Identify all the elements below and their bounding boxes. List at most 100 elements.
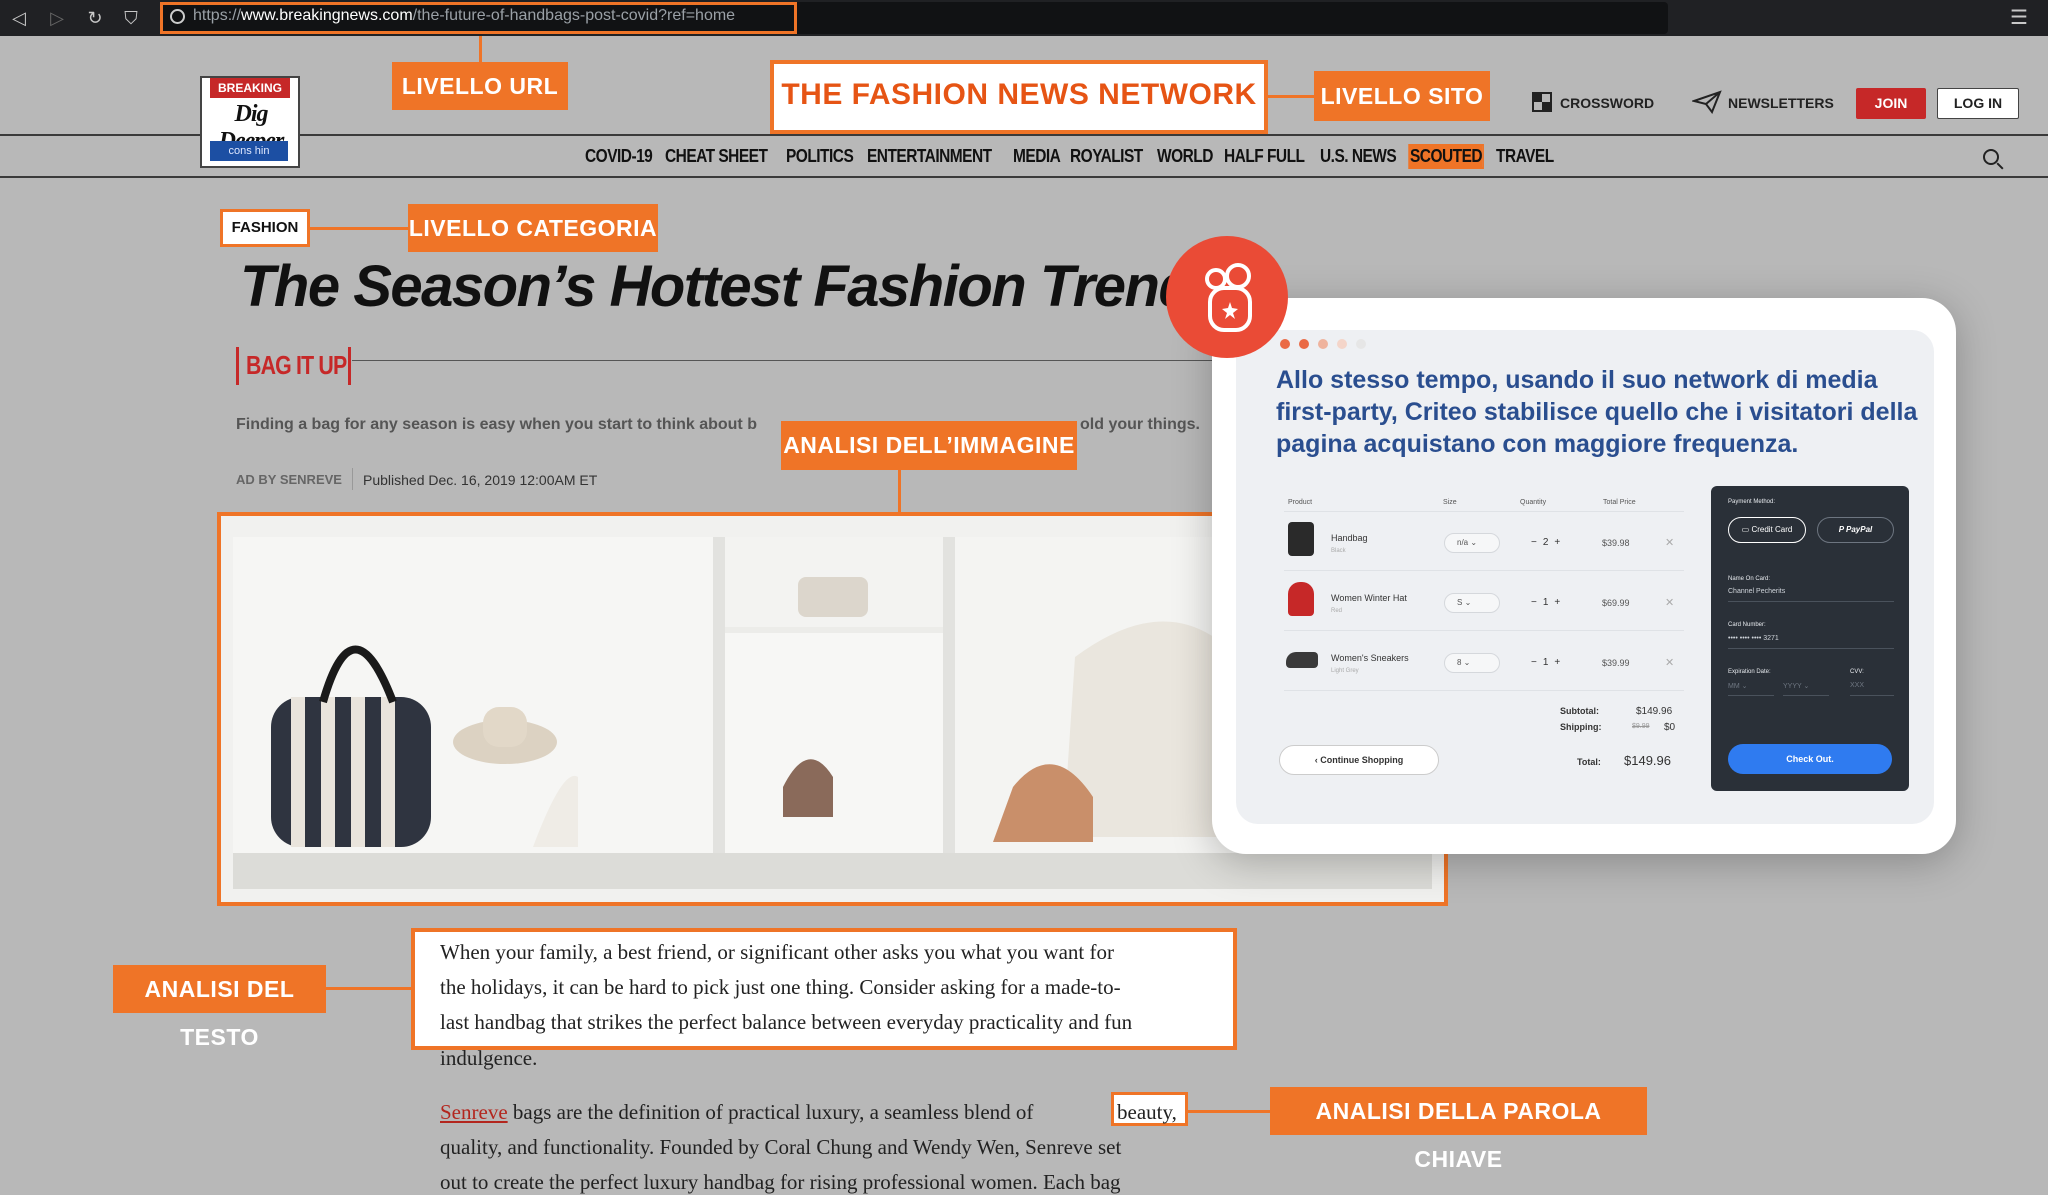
paragraph-line: indulgence. bbox=[440, 1046, 538, 1070]
category-connector bbox=[310, 227, 408, 230]
header-divider bbox=[0, 134, 2048, 136]
cart-item-price: $39.98 bbox=[1602, 538, 1630, 548]
label-url-level: LIVELLO URL bbox=[392, 62, 568, 110]
forward-icon[interactable]: ▷ bbox=[44, 5, 70, 31]
nav-cheat-sheet[interactable]: CHEAT SHEET bbox=[665, 146, 768, 167]
browser-menu-icon[interactable]: ☰ bbox=[2010, 5, 2028, 30]
card-icon: ▭ bbox=[1741, 525, 1752, 534]
search-icon[interactable] bbox=[1983, 149, 1999, 165]
ad-by: AD BY SENREVE bbox=[236, 472, 342, 487]
size-select[interactable]: n/a ⌄ bbox=[1444, 533, 1500, 553]
cart-divider bbox=[1284, 511, 1684, 512]
site-info-icon[interactable] bbox=[170, 9, 185, 24]
kicker-rule bbox=[352, 360, 1212, 361]
cart-item-price: $69.99 bbox=[1602, 598, 1630, 608]
crossword-link[interactable]: CROSSWORD bbox=[1560, 95, 1654, 111]
card-number-label: Card Number: bbox=[1728, 622, 1766, 628]
cart-item-name: Women's Sneakers bbox=[1331, 653, 1409, 663]
cvv-field[interactable]: XXX bbox=[1850, 682, 1864, 689]
nav-covid19[interactable]: COVID-19 bbox=[585, 146, 653, 167]
card-number-field[interactable]: •••• •••• •••• 3271 bbox=[1728, 635, 1779, 642]
label-image-analysis: ANALISI DELL’IMMAGINE bbox=[781, 421, 1077, 470]
site-title[interactable]: THE FASHION NEWS NETWORK bbox=[774, 78, 1264, 112]
remove-icon[interactable]: ✕ bbox=[1665, 656, 1674, 669]
keyword: beauty, bbox=[1117, 1100, 1177, 1124]
paypal-option[interactable]: P PayPal bbox=[1817, 517, 1894, 543]
nav-media[interactable]: MEDIA bbox=[1013, 146, 1061, 167]
cart-header-total: Total Price bbox=[1603, 499, 1636, 506]
label-keyword-analysis: ANALISI DELLA PAROLA CHIAVE bbox=[1270, 1087, 1647, 1172]
label-category-level: LIVELLO CATEGORIA bbox=[408, 204, 658, 252]
size-select[interactable]: S ⌄ bbox=[1444, 593, 1500, 613]
url-connector bbox=[479, 36, 482, 62]
remove-icon[interactable]: ✕ bbox=[1665, 596, 1674, 609]
logo-badge: BREAKING bbox=[210, 78, 290, 98]
cart-item-name: Women Winter Hat bbox=[1331, 593, 1407, 603]
slide-dot bbox=[1337, 339, 1347, 349]
expiration-label: Expiration Date: bbox=[1728, 669, 1771, 675]
cart-item-variant: Black bbox=[1331, 548, 1346, 554]
senreve-link[interactable]: Senreve bbox=[440, 1100, 508, 1124]
kicker-bar-right bbox=[348, 347, 351, 385]
newsletters-icon[interactable] bbox=[1690, 90, 1722, 115]
cart-header-quantity: Quantity bbox=[1520, 499, 1547, 506]
article-deck-left: Finding a bag for any season is easy whe… bbox=[236, 416, 757, 433]
main-nav: COVID-19 CHEAT SHEET POLITICS ENTERTAINM… bbox=[585, 144, 1554, 169]
field-underline bbox=[1783, 695, 1829, 696]
login-button[interactable]: LOG IN bbox=[1937, 88, 2019, 119]
total-label: Total: bbox=[1577, 757, 1601, 767]
nav-entertainment[interactable]: ENTERTAINMENT bbox=[867, 146, 992, 167]
bookmark-icon[interactable]: ⛉ bbox=[118, 5, 144, 31]
back-icon[interactable]: ◁ bbox=[6, 5, 32, 31]
cart-item-name: Handbag bbox=[1331, 533, 1368, 543]
field-underline bbox=[1728, 648, 1894, 649]
subtotal-label: Subtotal: bbox=[1560, 706, 1599, 716]
logo-sub: cons hin bbox=[210, 141, 288, 161]
quantity-stepper[interactable]: −1+ bbox=[1531, 657, 1566, 668]
label-text-analysis: ANALISI DEL TESTO bbox=[113, 965, 326, 1050]
name-on-card-field[interactable]: Channel Pecherits bbox=[1728, 588, 1785, 595]
total-value: $149.96 bbox=[1624, 753, 1671, 768]
size-select[interactable]: 8 ⌄ bbox=[1444, 653, 1500, 673]
payment-method-label: Payment Method: bbox=[1728, 499, 1776, 505]
reload-icon[interactable]: ↻ bbox=[82, 5, 108, 31]
nav-scouted[interactable]: SCOUTED bbox=[1408, 144, 1484, 169]
kicker-bar-left bbox=[236, 347, 239, 385]
remove-icon[interactable]: ✕ bbox=[1665, 536, 1674, 549]
exp-year-select[interactable]: YYYY ⌄ bbox=[1783, 682, 1809, 690]
nav-world[interactable]: WORLD bbox=[1157, 146, 1213, 167]
quantity-stepper[interactable]: −1+ bbox=[1531, 597, 1566, 608]
field-underline bbox=[1850, 695, 1894, 696]
crossword-icon[interactable] bbox=[1532, 92, 1552, 112]
cart-item-variant: Red bbox=[1331, 608, 1343, 614]
category-tag[interactable]: FASHION bbox=[220, 209, 310, 247]
newsletters-link[interactable]: NEWSLETTERS bbox=[1728, 95, 1834, 111]
shipping-label: Shipping: bbox=[1560, 722, 1602, 732]
article-headline: The Season’s Hottest Fashion Trends bbox=[240, 254, 1225, 319]
name-on-card-label: Name On Card: bbox=[1728, 576, 1771, 582]
winter-hat-icon bbox=[1288, 582, 1314, 616]
shipping-old-price: $9.99 bbox=[1632, 723, 1650, 730]
cart-item-variant: Light Grey bbox=[1331, 668, 1359, 674]
paragraph-line: out to create the perfect luxury handbag… bbox=[440, 1170, 1121, 1194]
credit-card-option[interactable]: ▭ Credit Card bbox=[1728, 517, 1806, 543]
paragraph-line: last handbag that strikes the perfect ba… bbox=[440, 1010, 1133, 1034]
quantity-stepper[interactable]: −2+ bbox=[1531, 537, 1566, 548]
exp-month-select[interactable]: MM ⌄ bbox=[1728, 682, 1747, 690]
nav-royalist[interactable]: ROYALIST bbox=[1070, 146, 1143, 167]
check-out-button[interactable]: Check Out. bbox=[1728, 744, 1892, 774]
url-text[interactable]: https://www.breakingnews.com/the-future-… bbox=[193, 7, 735, 25]
cart-header-size: Size bbox=[1443, 499, 1457, 506]
cart-item-price: $39.99 bbox=[1602, 658, 1630, 668]
nav-half-full[interactable]: HALF FULL bbox=[1224, 146, 1305, 167]
keyword-connector bbox=[1188, 1110, 1270, 1113]
nav-politics[interactable]: POLITICS bbox=[786, 146, 854, 167]
join-button[interactable]: JOIN bbox=[1856, 88, 1926, 119]
paragraph-line: quality, and functionality. Founded by C… bbox=[440, 1135, 1122, 1159]
byline-divider bbox=[352, 468, 353, 490]
nav-travel[interactable]: TRAVEL bbox=[1496, 146, 1554, 167]
nav-us-news[interactable]: U.S. NEWS bbox=[1320, 146, 1397, 167]
article-deck-right: old your things. bbox=[1080, 416, 1200, 433]
cart-header-product: Product bbox=[1288, 499, 1313, 506]
continue-shopping-button[interactable]: ‹ Continue Shopping bbox=[1279, 745, 1439, 775]
